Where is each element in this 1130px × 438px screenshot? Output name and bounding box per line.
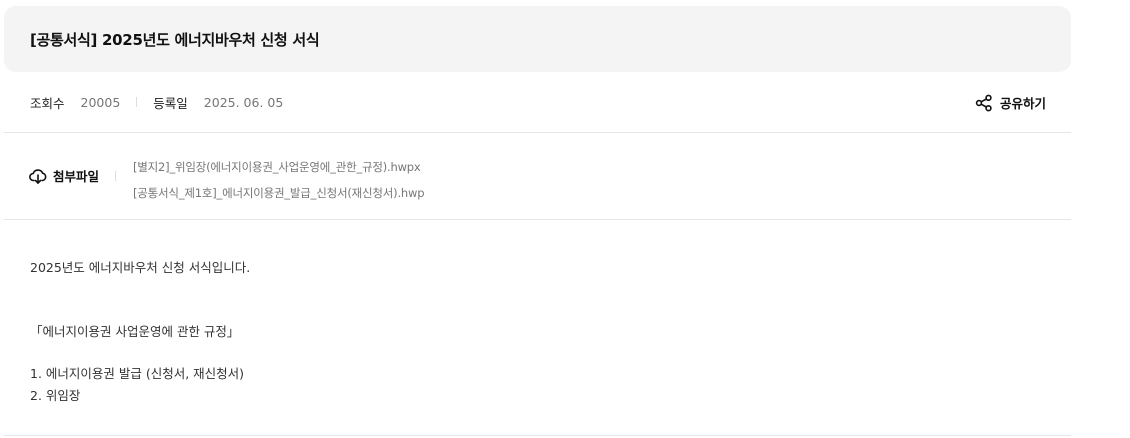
date-value: 2025. 06. 05 (203, 94, 284, 110)
views-label: 조회수 (30, 95, 65, 111)
attachment-link-2[interactable]: [공통서식_제1호]_에너지이용권_발급_신청서(재신청서).hwp (133, 180, 424, 206)
attachment-header: 첨부파일 (29, 166, 99, 185)
meta-divider (136, 97, 138, 107)
content-regulation-title: 「에너지이용권 사업운영에 관한 규정」 (30, 324, 240, 339)
content-intro: 2025년도 에너지바우처 신청 서식입니다. (30, 260, 251, 275)
views-value: 20005 (80, 94, 121, 110)
attachment-divider (115, 171, 116, 181)
content-item-2: 2. 위임장 (30, 388, 81, 403)
share-icon (975, 94, 993, 112)
share-button[interactable]: 공유하기 (975, 72, 1046, 133)
attachment-link-1[interactable]: [별지2]_위임장(에너지이용권_사업운영에_관한_규정).hwpx (133, 154, 424, 180)
post-detail: [공통서식] 2025년도 에너지바우처 신청 서식 조회수 20005 등록일… (0, 0, 1130, 438)
attachment-label: 첨부파일 (53, 169, 100, 184)
post-title: [공통서식] 2025년도 에너지바우처 신청 서식 (30, 30, 320, 49)
title-box: [공통서식] 2025년도 에너지바우처 신청 서식 (4, 6, 1071, 72)
post-meta-bar: 조회수 20005 등록일 2025. 06. 05 공유하기 (4, 72, 1071, 133)
attachment-item: [공통서식_제1호]_에너지이용권_발급_신청서(재신청서).hwp (133, 180, 424, 206)
content-item-1: 1. 에너지이용권 발급 (신청서, 재신청서) (30, 366, 245, 381)
attachment-item: [별지2]_위임장(에너지이용권_사업운영에_관한_규정).hwpx (133, 154, 424, 180)
share-label: 공유하기 (999, 96, 1046, 111)
cloud-download-icon (29, 167, 47, 185)
attachment-section: 첨부파일 [별지2]_위임장(에너지이용권_사업운영에_관한_규정).hwpx … (4, 134, 1071, 220)
post-content: 2025년도 에너지바우처 신청 서식입니다. 「에너지이용권 사업운영에 관한… (4, 221, 1071, 436)
attachment-list: [별지2]_위임장(에너지이용권_사업운영에_관한_규정).hwpx [공통서식… (133, 154, 424, 206)
date-label: 등록일 (153, 95, 188, 111)
